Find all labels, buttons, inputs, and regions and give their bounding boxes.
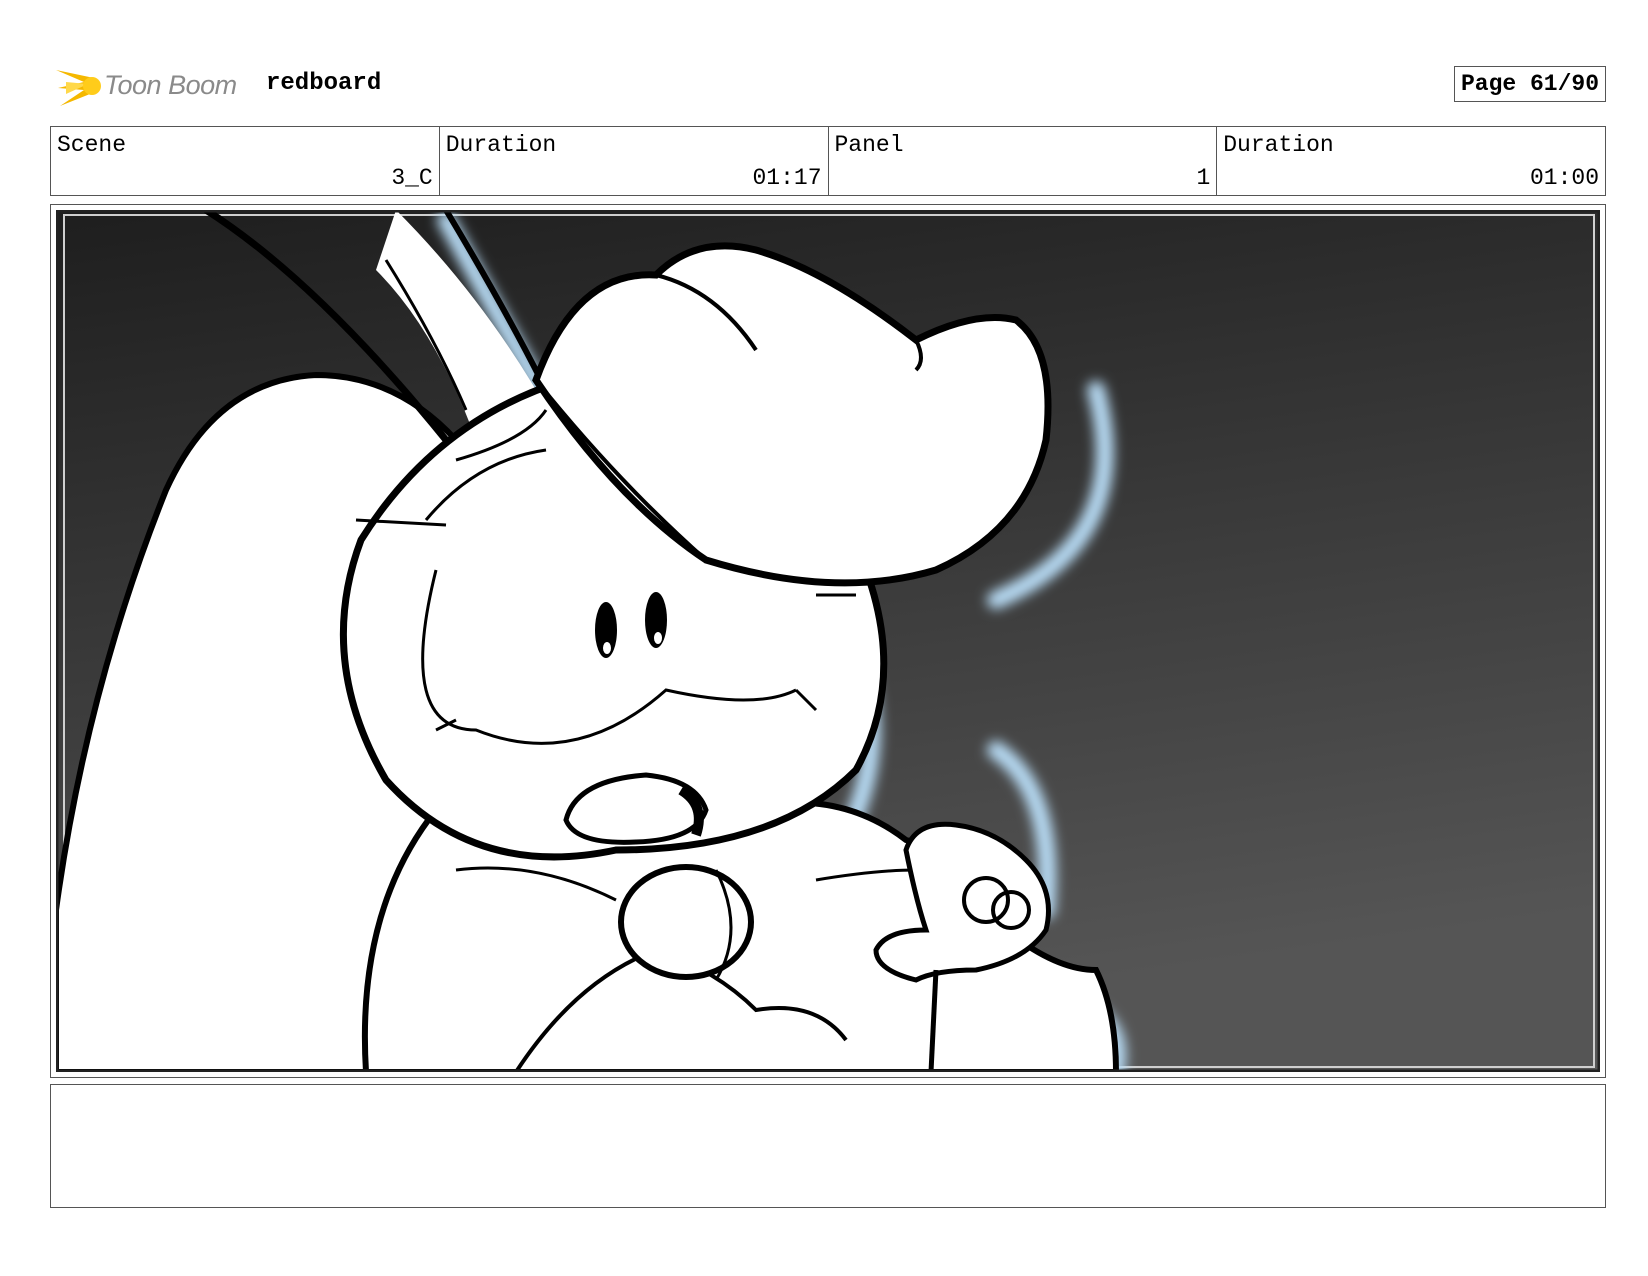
panel-info-table: Scene 3_C Duration 01:17 Panel 1 Duratio…: [50, 126, 1606, 196]
panel-duration-label: Duration: [1223, 132, 1334, 158]
page-header: Toon Boom redboard Page 61/90: [50, 58, 1606, 110]
panel-label: Panel: [834, 132, 904, 158]
flare-icon: [56, 70, 101, 106]
panel-duration-cell: Duration 01:00: [1216, 127, 1605, 195]
action-notes-box: [50, 1084, 1606, 1208]
toon-boom-logo: Toon Boom: [54, 60, 237, 110]
scene-duration-cell: Duration 01:17: [438, 127, 828, 195]
panel-drawing: [56, 210, 1600, 1072]
storyboard-panel: [50, 204, 1606, 1078]
logo-text: Toon Boom: [104, 69, 237, 100]
page-number: Page 61/90: [1453, 66, 1606, 102]
scene-duration-label: Duration: [445, 132, 557, 158]
scene-label: Scene: [57, 132, 127, 158]
panel-duration-value: 01:00: [1529, 165, 1599, 191]
panel-value: 1: [1196, 165, 1211, 191]
project-name: redboard: [266, 70, 382, 97]
panel-cell: Panel 1: [827, 127, 1217, 195]
scene-value: 3_C: [391, 165, 433, 191]
scene-cell: Scene 3_C: [51, 127, 439, 195]
scene-duration-value: 01:17: [752, 165, 822, 191]
